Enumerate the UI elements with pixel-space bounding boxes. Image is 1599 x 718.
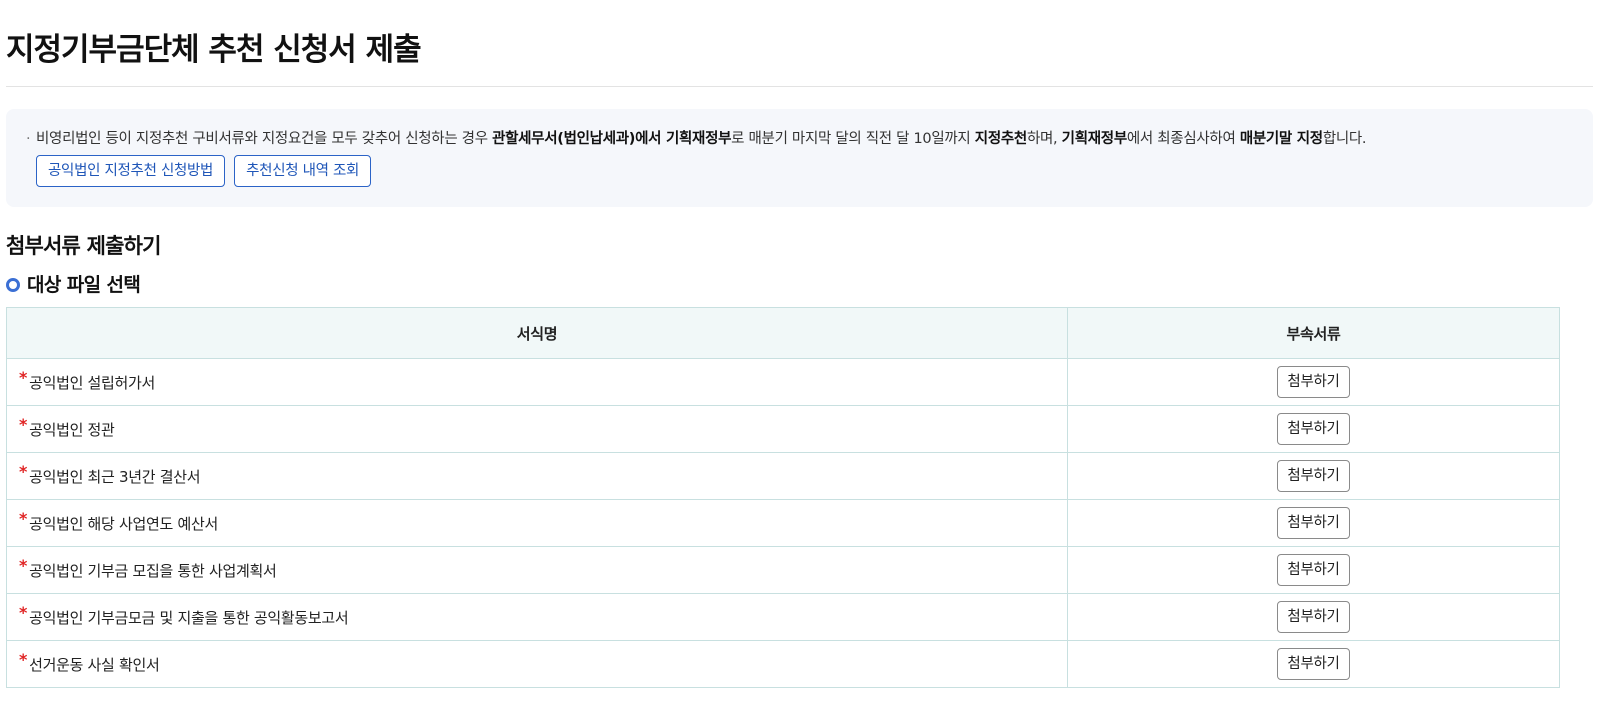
page-title: 지정기부금단체 추천 신청서 제출 <box>6 32 422 68</box>
file-table-body: * 공익법인 설립허가서 첨부하기 * 공익법인 정관 첨부하기 * 공익법인 최근 3년간 … <box>6 358 1560 688</box>
form-name-label: 선거운동 사실 확인서 <box>29 655 160 674</box>
info-segments: 비영리법인 등이 지정추천 구비서류와 지정요건을 모두 갖추어 신청하는 경우… <box>36 131 1367 147</box>
required-asterisk-icon: * <box>19 649 28 669</box>
form-name-label: 공익법인 설립허가서 <box>29 373 156 392</box>
attachment-cell: 첨부하기 <box>1067 593 1560 641</box>
attach-file-button[interactable]: 첨부하기 <box>1277 601 1350 633</box>
attachment-cell: 첨부하기 <box>1067 452 1560 500</box>
form-name-cell: * 공익법인 정관 <box>6 405 1068 453</box>
file-table: 서식명 부속서류 * 공익법인 설립허가서 첨부하기 * 공익법인 정관 첨부하기 * 공익법… <box>6 307 1560 688</box>
table-row: * 선거운동 사실 확인서 첨부하기 <box>6 640 1560 688</box>
table-row: * 공익법인 기부금모금 및 지출을 통한 공익활동보고서 첨부하기 <box>6 593 1560 641</box>
column-header-form-name: 서식명 <box>6 307 1068 359</box>
info-text-segment: 로 매분기 마지막 달의 직전 달 10일까지 <box>731 131 975 147</box>
info-text-segment: 에서 최종심사하여 <box>1126 131 1240 147</box>
attach-file-button[interactable]: 첨부하기 <box>1277 413 1350 445</box>
form-name-cell: * 선거운동 사실 확인서 <box>6 640 1068 688</box>
info-text-emphasis: 기획재정부 <box>1061 131 1128 147</box>
form-name-label: 공익법인 정관 <box>29 420 115 439</box>
form-name-label: 공익법인 기부금 모집을 통한 사업계획서 <box>29 561 277 580</box>
column-header-attachment: 부속서류 <box>1067 307 1560 359</box>
attach-file-button[interactable]: 첨부하기 <box>1277 460 1350 492</box>
form-name-label: 공익법인 최근 3년간 결산서 <box>29 467 201 486</box>
attachment-cell: 첨부하기 <box>1067 499 1560 547</box>
info-text-emphasis: 매분기말 지정 <box>1239 131 1323 147</box>
section-title: 첨부서류 제출하기 <box>6 234 161 258</box>
attach-file-button[interactable]: 첨부하기 <box>1277 554 1350 586</box>
attach-file-button[interactable]: 첨부하기 <box>1277 507 1350 539</box>
info-text-segment: 비영리법인 등이 지정추천 구비서류와 지정요건을 모두 갖추어 신청하는 경우 <box>36 131 493 147</box>
table-row: * 공익법인 해당 사업연도 예산서 첨부하기 <box>6 499 1560 547</box>
table-row: * 공익법인 정관 첨부하기 <box>6 405 1560 453</box>
table-row: * 공익법인 최근 3년간 결산서 첨부하기 <box>6 452 1560 500</box>
sub-title-label: 대상 파일 선택 <box>27 274 141 296</box>
info-text-emphasis: 지정추천 <box>974 131 1027 147</box>
table-header-row: 서식명 부속서류 <box>6 307 1560 359</box>
required-asterisk-icon: * <box>19 461 28 481</box>
application-history-button[interactable]: 추천신청 내역 조회 <box>234 155 372 187</box>
bullet-icon: · <box>26 131 31 147</box>
form-name-cell: * 공익법인 해당 사업연도 예산서 <box>6 499 1068 547</box>
info-text-emphasis: 관할세무서(법인납세과)에서 기획재정부 <box>492 131 732 147</box>
required-asterisk-icon: * <box>19 367 28 387</box>
required-asterisk-icon: * <box>19 555 28 575</box>
apply-method-button[interactable]: 공익법인 지정추천 신청방법 <box>36 155 226 187</box>
attachment-cell: 첨부하기 <box>1067 358 1560 406</box>
form-name-label: 공익법인 기부금모금 및 지출을 통한 공익활동보고서 <box>29 608 349 627</box>
attach-file-button[interactable]: 첨부하기 <box>1277 648 1350 680</box>
info-text-segment: 합니다. <box>1322 131 1367 147</box>
attach-file-button[interactable]: 첨부하기 <box>1277 366 1350 398</box>
form-name-cell: * 공익법인 설립허가서 <box>6 358 1068 406</box>
page: 지정기부금단체 추천 신청서 제출 · 비영리법인 등이 지정추천 구비서류와 지… <box>0 0 1599 718</box>
required-asterisk-icon: * <box>19 414 28 434</box>
attachment-cell: 첨부하기 <box>1067 546 1560 594</box>
table-row: * 공익법인 설립허가서 첨부하기 <box>6 358 1560 406</box>
attachment-cell: 첨부하기 <box>1067 405 1560 453</box>
info-button-group: 공익법인 지정추천 신청방법 추천신청 내역 조회 <box>26 155 1573 187</box>
form-name-cell: * 공익법인 최근 3년간 결산서 <box>6 452 1068 500</box>
info-text: · 비영리법인 등이 지정추천 구비서류와 지정요건을 모두 갖추어 신청하는 경… <box>26 129 1573 149</box>
sub-title: 대상 파일 선택 <box>6 273 1593 297</box>
form-name-cell: * 공익법인 기부금모금 및 지출을 통한 공익활동보고서 <box>6 593 1068 641</box>
circle-bullet-icon <box>6 278 20 292</box>
required-asterisk-icon: * <box>19 508 28 528</box>
required-asterisk-icon: * <box>19 602 28 622</box>
form-name-label: 공익법인 해당 사업연도 예산서 <box>29 514 218 533</box>
info-text-segment: 하며, <box>1026 131 1062 147</box>
title-divider <box>6 86 1593 87</box>
table-row: * 공익법인 기부금 모집을 통한 사업계획서 첨부하기 <box>6 546 1560 594</box>
form-name-cell: * 공익법인 기부금 모집을 통한 사업계획서 <box>6 546 1068 594</box>
info-box: · 비영리법인 등이 지정추천 구비서류와 지정요건을 모두 갖추어 신청하는 경… <box>6 109 1593 207</box>
attachment-cell: 첨부하기 <box>1067 640 1560 688</box>
